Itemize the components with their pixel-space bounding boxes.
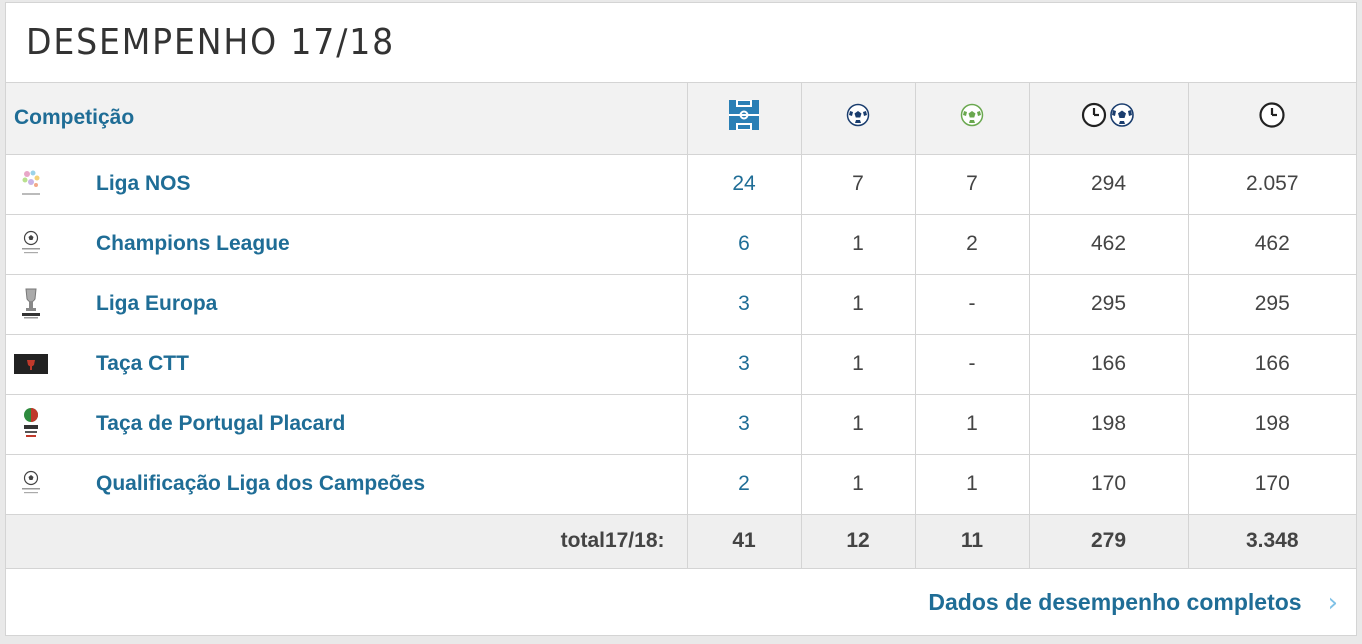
games-cell[interactable]: 6 [686,214,801,275]
performance-table: Competição Liga NOS 24 7 7 294 2.057 Cha… [6,83,1356,569]
competition-cell: Liga Europa [6,274,687,335]
total-minutes: 3.348 [1187,514,1356,569]
minutes-per-goal-icon [1081,101,1137,129]
europa-league-logo[interactable] [14,287,48,321]
total-minutes-per-goal: 279 [1028,514,1188,569]
liga-nos-logo[interactable] [14,167,48,201]
assists-cell: 7 [914,154,1029,215]
competition-link[interactable]: Liga Europa [96,292,217,316]
competition-header[interactable]: Competição [6,83,687,155]
games-cell[interactable]: 3 [686,274,801,335]
panel-title: DESEMPENHO 17/18 [26,22,396,63]
goal-ball-icon [846,103,870,127]
assists-cell: - [914,334,1029,395]
goals-cell: 1 [800,394,915,455]
table-row: Liga NOS 24 7 7 294 2.057 [6,154,1356,215]
competition-link[interactable]: Taça de Portugal Placard [96,412,345,436]
champions-league-logo[interactable] [14,227,48,261]
games-header[interactable] [686,83,801,155]
total-assists: 11 [914,514,1029,569]
totals-label: total17/18: [6,514,687,569]
minutes-cell: 295 [1187,274,1356,335]
minutes-cell: 170 [1187,454,1356,515]
assists-cell: 1 [914,394,1029,455]
table-row: Liga Europa 3 1 - 295 295 [6,274,1356,335]
minutes-cell: 198 [1187,394,1356,455]
goals-cell: 7 [800,154,915,215]
assists-cell: 1 [914,454,1029,515]
performance-panel: DESEMPENHO 17/18 Competição Liga NOS 24 … [5,2,1357,636]
competition-cell: Liga NOS [6,154,687,215]
assist-ball-icon [960,103,984,127]
goals-cell: 1 [800,274,915,335]
table-row: Taça CTT 3 1 - 166 166 [6,334,1356,395]
competition-link[interactable]: Taça CTT [96,352,189,376]
games-cell[interactable]: 3 [686,334,801,395]
full-performance-link[interactable]: Dados de desempenho completos [928,589,1301,616]
competition-cell: Taça CTT [6,334,687,395]
taca-ctt-logo[interactable] [14,347,48,381]
taca-portugal-logo[interactable] [14,407,48,441]
assists-cell: - [914,274,1029,335]
footer: Dados de desempenho completos › [6,569,1356,637]
goals-cell: 1 [800,214,915,275]
minutes-cell: 462 [1187,214,1356,275]
minutes-per-goal-cell: 294 [1028,154,1188,215]
minutes-per-goal-cell: 295 [1028,274,1188,335]
minutes-per-goal-header[interactable] [1028,83,1188,155]
assists-header[interactable] [914,83,1029,155]
champions-qualification-logo[interactable] [14,467,48,501]
total-games: 41 [686,514,801,569]
competition-cell: Taça de Portugal Placard [6,394,687,455]
minutes-per-goal-cell: 198 [1028,394,1188,455]
minutes-icon [1258,101,1286,129]
minutes-cell: 166 [1187,334,1356,395]
competition-cell: Champions League [6,214,687,275]
games-cell[interactable]: 24 [686,154,801,215]
table-header-row: Competição [6,83,1356,155]
games-cell[interactable]: 2 [686,454,801,515]
minutes-header[interactable] [1187,83,1356,155]
games-cell[interactable]: 3 [686,394,801,455]
total-goals: 12 [800,514,915,569]
chevron-right-icon[interactable]: › [1328,588,1338,618]
goals-header[interactable] [800,83,915,155]
minutes-per-goal-cell: 462 [1028,214,1188,275]
competition-link[interactable]: Champions League [96,232,290,256]
table-row: Taça de Portugal Placard 3 1 1 198 198 [6,394,1356,455]
panel-header: DESEMPENHO 17/18 [6,3,1356,83]
goals-cell: 1 [800,454,915,515]
minutes-cell: 2.057 [1187,154,1356,215]
competition-cell: Qualificação Liga dos Campeões [6,454,687,515]
table-row: Qualificação Liga dos Campeões 2 1 1 170… [6,454,1356,515]
totals-row: total17/18: 41 12 11 279 3.348 [6,514,1356,569]
goals-cell: 1 [800,334,915,395]
assists-cell: 2 [914,214,1029,275]
table-row: Champions League 6 1 2 462 462 [6,214,1356,275]
minutes-per-goal-cell: 170 [1028,454,1188,515]
competition-link[interactable]: Qualificação Liga dos Campeões [96,472,425,496]
minutes-per-goal-cell: 166 [1028,334,1188,395]
pitch-icon [729,100,759,131]
competition-link[interactable]: Liga NOS [96,172,191,196]
